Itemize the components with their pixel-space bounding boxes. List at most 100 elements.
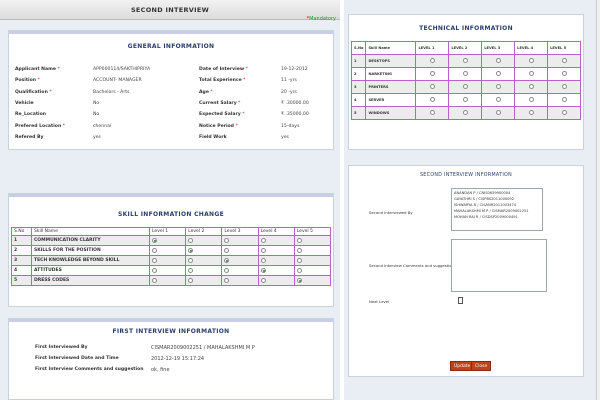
technical-header-cell: LEVEL 1 (415, 41, 450, 55)
close-button[interactable]: Close (471, 361, 492, 371)
skill-header-cell: Level 3 (221, 227, 259, 236)
skill-level-radio[interactable] (296, 247, 302, 253)
technical-level-radio[interactable] (528, 58, 534, 63)
skill-level-radio[interactable] (260, 237, 266, 243)
field-value: Bachelors - Arts (93, 89, 130, 95)
technical-level-radio[interactable] (528, 110, 534, 115)
technical-level-radio[interactable] (429, 110, 435, 115)
technical-level-radio[interactable] (462, 71, 468, 76)
field-value: yes (281, 134, 289, 140)
skill-level-cell (257, 255, 295, 266)
field-value: 20 -yrs (281, 89, 297, 95)
skill-level-radio[interactable] (296, 277, 302, 283)
technical-level-radio[interactable] (528, 84, 534, 89)
second-comments-textarea[interactable] (451, 239, 547, 292)
skill-header-cell: Level 2 (185, 227, 223, 236)
technical-level-radio[interactable] (561, 58, 567, 63)
technical-level-radio[interactable] (429, 97, 435, 102)
technical-table-body: 1 DESKTOPS 2 NARKETING 3 PRINTERS 4 SERVER 5 WIND… (350, 54, 581, 120)
skill-level-radio[interactable] (152, 237, 157, 243)
skill-level-cell (148, 255, 187, 266)
skill-level-radio[interactable] (152, 277, 157, 283)
skill-level-cell (185, 275, 223, 286)
page: SECOND INTERVIEW *Mandatory GENERAL INFO… (0, 0, 600, 400)
skill-information-panel: SKILL INFORMATION CHANGE S.No Skill Name L… (8, 193, 334, 307)
skill-level-radio[interactable] (296, 237, 302, 243)
skill-level-cell (293, 245, 332, 256)
skill-row: 4 ATTITUDES (11, 265, 332, 276)
field-label: Vehicle (15, 100, 34, 106)
technical-level-radio[interactable] (561, 110, 567, 115)
technical-level-radio[interactable] (462, 110, 468, 115)
skill-level-cell (221, 265, 259, 276)
skill-level-radio[interactable] (224, 237, 230, 243)
technical-level-radio[interactable] (429, 84, 435, 89)
technical-level-radio[interactable] (495, 71, 501, 76)
technical-level-radio[interactable] (462, 58, 468, 63)
skill-name: ATTITUDES (31, 265, 150, 276)
interviewer-option[interactable]: MOHAN RAJ R / CISDSP2009000491 (454, 214, 540, 220)
vertical-scrollbar[interactable] (596, 0, 600, 400)
first-top-bar (9, 319, 333, 322)
technical-level-radio[interactable] (528, 97, 534, 102)
skill-level-radio[interactable] (296, 267, 302, 273)
skill-level-radio[interactable] (188, 267, 194, 273)
technical-level-radio[interactable] (462, 97, 468, 102)
second-interview-information-panel: SECOND INTERVIEW INFORMATION Second Inte… (348, 165, 584, 377)
technical-level-cell (448, 80, 483, 94)
first-interview-value: CISMAR2009002251 / MAHALAKSHMI M P (151, 344, 255, 351)
technical-level-radio[interactable] (561, 84, 567, 89)
technical-header-cell: LEVEL 2 (448, 41, 483, 55)
skill-table-header: S.No Skill Name Level 1 Level 2 Level 3 Level… (11, 227, 332, 236)
skill-level-radio[interactable] (188, 247, 194, 253)
first-interview-label: First Interview Comments and suggestion (35, 367, 144, 372)
second-comments-label: Second Interview Comments and suggestion (369, 263, 454, 268)
technical-level-radio[interactable] (495, 110, 501, 115)
second-interviewed-by-listbox[interactable]: ANANDAN P / CNIS0639900004 GAYATHRI S / C… (451, 188, 543, 231)
technical-header-cell: LEVEL 3 (481, 41, 516, 55)
mandatory-note: *Mandatory (306, 16, 336, 22)
technical-level-cell (415, 106, 450, 120)
technical-level-radio[interactable] (429, 58, 435, 63)
next-level-checkbox[interactable] (458, 297, 463, 304)
skill-level-radio[interactable] (260, 257, 266, 263)
technical-level-cell (415, 80, 450, 94)
skill-level-cell (148, 235, 187, 246)
technical-level-cell (481, 80, 516, 94)
skill-level-radio[interactable] (224, 267, 230, 273)
technical-level-radio[interactable] (429, 71, 435, 76)
technical-level-radio[interactable] (528, 71, 534, 76)
skill-level-radio[interactable] (224, 277, 230, 283)
required-star: * (240, 112, 245, 118)
technical-table-header: S.No Skill Name LEVEL 1 LEVEL 2 LEVEL 3 LEVEL… (350, 41, 581, 55)
technical-level-radio[interactable] (495, 97, 501, 102)
technical-level-radio[interactable] (462, 84, 468, 89)
skill-level-cell (221, 255, 259, 266)
technical-level-radio[interactable] (561, 71, 567, 76)
technical-level-radio[interactable] (561, 97, 567, 102)
technical-level-radio[interactable] (495, 58, 501, 63)
skill-level-radio[interactable] (188, 237, 194, 243)
skill-level-radio[interactable] (296, 257, 302, 263)
field-label: Applicant Name * (15, 67, 60, 72)
technical-skill-name: PRINTERS (365, 80, 417, 94)
skill-level-radio[interactable] (188, 277, 194, 283)
skill-level-radio[interactable] (188, 257, 194, 263)
skill-level-radio[interactable] (224, 257, 230, 263)
skill-level-radio[interactable] (260, 247, 266, 253)
skill-number: 3 (11, 255, 32, 266)
general-information-title: GENERAL INFORMATION (127, 43, 215, 50)
skill-level-radio[interactable] (260, 267, 266, 273)
skill-level-cell (257, 265, 295, 276)
technical-table: S.No Skill Name LEVEL 1 LEVEL 2 LEVEL 3 LEVEL… (350, 41, 581, 120)
technical-level-cell (415, 54, 450, 68)
technical-level-radio[interactable] (495, 84, 501, 89)
skill-level-radio[interactable] (260, 277, 266, 283)
skill-level-cell (257, 275, 295, 286)
skill-level-radio[interactable] (224, 247, 230, 253)
skill-level-radio[interactable] (152, 267, 157, 273)
skill-level-radio[interactable] (152, 247, 157, 253)
skill-level-cell (185, 245, 223, 256)
field-label: Notice Period * (199, 123, 238, 129)
skill-level-radio[interactable] (152, 257, 157, 263)
